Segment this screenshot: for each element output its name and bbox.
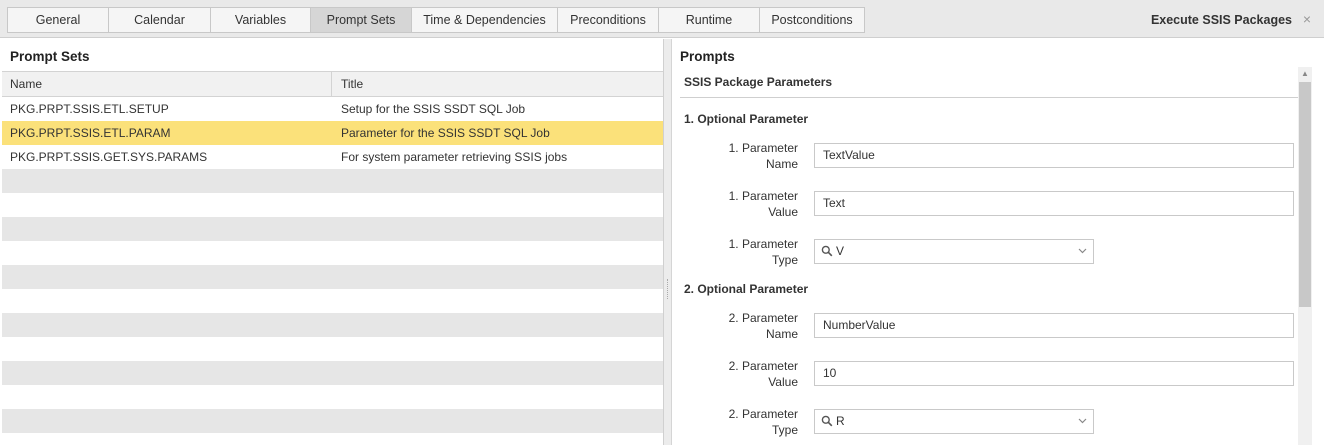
prompt-sets-panel: Prompt Sets Name Title PKG.PRPT.SSIS.ETL…	[0, 39, 664, 445]
prompts-panel: Prompts SSIS Package Parameters 1. Optio…	[673, 39, 1324, 445]
table-row-selected[interactable]: PKG.PRPT.SSIS.ETL.PARAM Parameter for th…	[2, 121, 663, 145]
label-line: 1. Parameter	[728, 189, 798, 203]
table-row[interactable]: PKG.PRPT.SSIS.ETL.SETUP Setup for the SS…	[2, 97, 663, 121]
param-2-type-value: R	[836, 414, 845, 428]
column-header-title[interactable]: Title	[333, 72, 363, 96]
empty-table-row	[2, 313, 663, 337]
row-title-cell: Parameter for the SSIS SSDT SQL Job	[341, 126, 550, 140]
tab-runtime[interactable]: Runtime	[658, 7, 759, 33]
tab-prompt-sets[interactable]: Prompt Sets	[310, 7, 411, 33]
row-name-cell: PKG.PRPT.SSIS.ETL.PARAM	[10, 126, 171, 140]
panel-splitter[interactable]	[664, 39, 672, 445]
section-title-2: 2. Optional Parameter	[684, 282, 809, 296]
chevron-down-icon	[1078, 248, 1087, 254]
label-line: 2. Parameter	[728, 407, 798, 421]
prompt-sets-title: Prompt Sets	[10, 49, 90, 64]
row-name-cell: PKG.PRPT.SSIS.GET.SYS.PARAMS	[10, 150, 208, 164]
label-line: Name	[765, 327, 798, 341]
table-row[interactable]: PKG.PRPT.SSIS.GET.SYS.PARAMS For system …	[2, 145, 663, 169]
tab-postconditions[interactable]: Postconditions	[759, 7, 865, 33]
close-icon[interactable]: ×	[1303, 11, 1311, 27]
row-title-cell: Setup for the SSIS SSDT SQL Job	[341, 102, 526, 116]
empty-table-row	[2, 409, 663, 433]
row-name-cell: PKG.PRPT.SSIS.ETL.SETUP	[10, 102, 169, 116]
tab-preconditions[interactable]: Preconditions	[557, 7, 658, 33]
chevron-down-icon	[1078, 418, 1087, 424]
label-line: 2. Parameter	[728, 359, 798, 373]
param-1-value-label: 1. Parameter Value	[703, 188, 798, 220]
param-1-type-value: V	[836, 244, 845, 258]
tab-variables[interactable]: Variables	[210, 7, 310, 33]
tab-bar: General Calendar Variables Prompt Sets T…	[0, 0, 1324, 38]
param-1-name-label: 1. Parameter Name	[703, 140, 798, 172]
scroll-up-arrow-icon[interactable]: ▲	[1298, 67, 1312, 81]
label-line: Value	[768, 375, 798, 389]
label-line: 1. Parameter	[728, 141, 798, 155]
param-1-type-select[interactable]: V	[814, 239, 1094, 264]
label-line: Value	[768, 205, 798, 219]
param-2-type-label: 2. Parameter Type	[703, 406, 798, 438]
param-1-type-label: 1. Parameter Type	[703, 236, 798, 268]
param-2-name-label: 2. Parameter Name	[703, 310, 798, 342]
tab-general[interactable]: General	[7, 7, 108, 33]
param-2-value-label: 2. Parameter Value	[703, 358, 798, 390]
group-title: SSIS Package Parameters	[684, 75, 833, 89]
prompts-title: Prompts	[680, 49, 735, 64]
column-header-name[interactable]: Name	[2, 72, 332, 96]
search-icon	[821, 245, 833, 257]
param-1-name-field[interactable]: TextValue	[814, 143, 1294, 168]
section-title-1: 1. Optional Parameter	[684, 112, 809, 126]
param-2-name-field[interactable]: NumberValue	[814, 313, 1294, 338]
label-line: Type	[771, 253, 798, 267]
param-2-type-select[interactable]: R	[814, 409, 1094, 434]
empty-table-row	[2, 385, 663, 409]
scrollbar-thumb[interactable]	[1299, 82, 1311, 307]
prompts-scrollbar[interactable]: ▲	[1298, 67, 1312, 445]
empty-table-row	[2, 241, 663, 265]
group-divider	[680, 97, 1298, 98]
tab-time-dependencies[interactable]: Time & Dependencies	[411, 7, 557, 33]
window-title: Execute SSIS Packages	[1150, 13, 1292, 27]
empty-table-row	[2, 361, 663, 385]
tab-calendar[interactable]: Calendar	[108, 7, 210, 33]
label-line: Type	[771, 423, 798, 437]
row-title-cell: For system parameter retrieving SSIS job…	[341, 150, 568, 164]
splitter-grip[interactable]	[667, 279, 669, 299]
label-line: 1. Parameter	[728, 237, 798, 251]
tabs: General Calendar Variables Prompt Sets T…	[7, 7, 865, 33]
empty-table-row	[2, 193, 663, 217]
param-1-value-field[interactable]: Text	[814, 191, 1294, 216]
param-2-value-field[interactable]: 10	[814, 361, 1294, 386]
empty-table-row	[2, 169, 663, 193]
label-line: 2. Parameter	[728, 311, 798, 325]
prompt-sets-table-body: PKG.PRPT.SSIS.ETL.SETUP Setup for the SS…	[2, 97, 663, 445]
prompt-sets-table-header: Name Title	[2, 71, 663, 97]
empty-table-row	[2, 289, 663, 313]
label-line: Name	[765, 157, 798, 171]
search-icon	[821, 415, 833, 427]
empty-table-row	[2, 265, 663, 289]
empty-table-row	[2, 337, 663, 361]
empty-table-row	[2, 433, 663, 445]
empty-table-row	[2, 217, 663, 241]
